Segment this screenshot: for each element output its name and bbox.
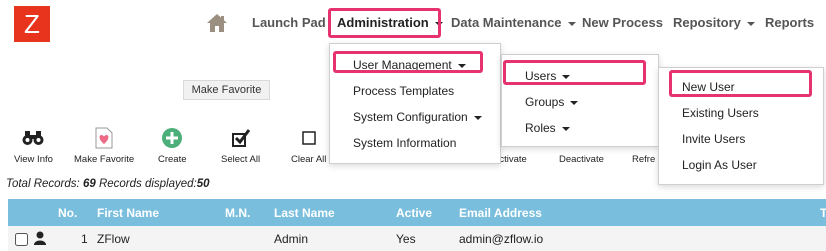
cell-email: admin@zflow.io [459,232,544,246]
select-all-label: Select All [221,154,261,165]
chevron-down-icon [473,115,482,120]
table-row[interactable] [8,226,826,251]
app-logo[interactable]: Z [14,6,50,42]
create-label: Create [158,154,187,165]
select-all-button[interactable]: Select All [221,126,260,165]
col-first-name[interactable]: First Name [97,206,159,220]
nav-administration[interactable]: Administration [337,15,443,30]
col-mn[interactable]: M.N. [225,206,250,220]
nav-new-process[interactable]: New Process [582,15,663,30]
chevron-down-icon [562,74,571,79]
nav-repository-label: Repository [673,15,741,30]
menu-system-configuration[interactable]: System Configuration [353,110,482,124]
chevron-down-icon [567,21,576,26]
col-last-name[interactable]: Last Name [274,206,335,220]
menu-users-label: Users [525,69,557,83]
view-info-button[interactable]: View Info [14,126,53,165]
menu-system-configuration-label: System Configuration [353,110,468,124]
menu-roles[interactable]: Roles [525,121,570,135]
total-records-value: 69 [82,178,96,190]
menu-new-user[interactable]: New User [682,80,735,94]
empty-box-icon [301,131,316,145]
col-email[interactable]: Email Address [459,206,542,220]
menu-groups[interactable]: Groups [525,95,579,109]
cell-last-name: Admin [274,232,309,246]
col-active[interactable]: Active [396,206,432,220]
clear-all-label: Clear All [291,154,327,165]
records-summary: Total Records: 69 Records displayed:50 [6,178,210,190]
col-extra[interactable]: T [820,206,826,220]
menu-existing-users[interactable]: Existing Users [682,106,759,120]
heart-page-icon [95,127,113,149]
menu-roles-label: Roles [525,121,556,135]
menu-user-management[interactable]: User Management [353,58,466,72]
cell-active: Yes [396,232,416,246]
nav-repository[interactable]: Repository [673,15,755,30]
nav-data-maintenance[interactable]: Data Maintenance [451,15,576,30]
chevron-down-icon [434,21,443,26]
cell-first-name: ZFlow [97,232,130,246]
view-info-label: View Info [14,154,53,165]
clear-all-button[interactable]: Clear All [291,126,326,165]
nav-data-maintenance-label: Data Maintenance [451,15,562,30]
menu-invite-users[interactable]: Invite Users [682,132,745,146]
create-button[interactable]: Create [158,126,187,165]
refresh-label: Refre [632,154,656,165]
user-icon [34,231,46,245]
col-no[interactable]: No. [58,206,77,220]
records-displayed-value: 50 [196,178,210,190]
chevron-down-icon [570,100,579,105]
menu-system-information[interactable]: System Information [353,136,456,150]
menu-login-as-user[interactable]: Login As User [682,158,757,172]
checked-box-icon [231,129,250,147]
menu-users[interactable]: Users [525,69,571,83]
menu-process-templates[interactable]: Process Templates [353,84,454,98]
chevron-down-icon [561,126,570,131]
make-favorite-button[interactable]: Make Favorite [74,126,134,165]
total-records-label: Total Records: [6,178,80,190]
deactivate-label: Deactivate [559,154,604,165]
cell-no: 1 [81,232,88,246]
nav-administration-label: Administration [337,15,429,30]
make-favorite-label: Make Favorite [74,154,135,165]
chevron-down-icon [457,63,466,68]
plus-circle-icon [162,128,183,148]
app-root: Z Launch Pad Administration Data Mainten… [0,0,826,251]
menu-user-management-label: User Management [353,58,452,72]
menu-groups-label: Groups [525,95,565,109]
chevron-down-icon [746,21,755,26]
nav-reports[interactable]: Reports [765,15,814,30]
binoculars-icon [22,131,44,145]
home-icon[interactable] [206,13,228,33]
make-favorite-tooltip: Make Favorite [183,80,270,100]
nav-launch-pad[interactable]: Launch Pad [252,15,326,30]
row-checkbox[interactable] [15,233,28,246]
records-displayed-label: Records displayed: [98,178,197,190]
